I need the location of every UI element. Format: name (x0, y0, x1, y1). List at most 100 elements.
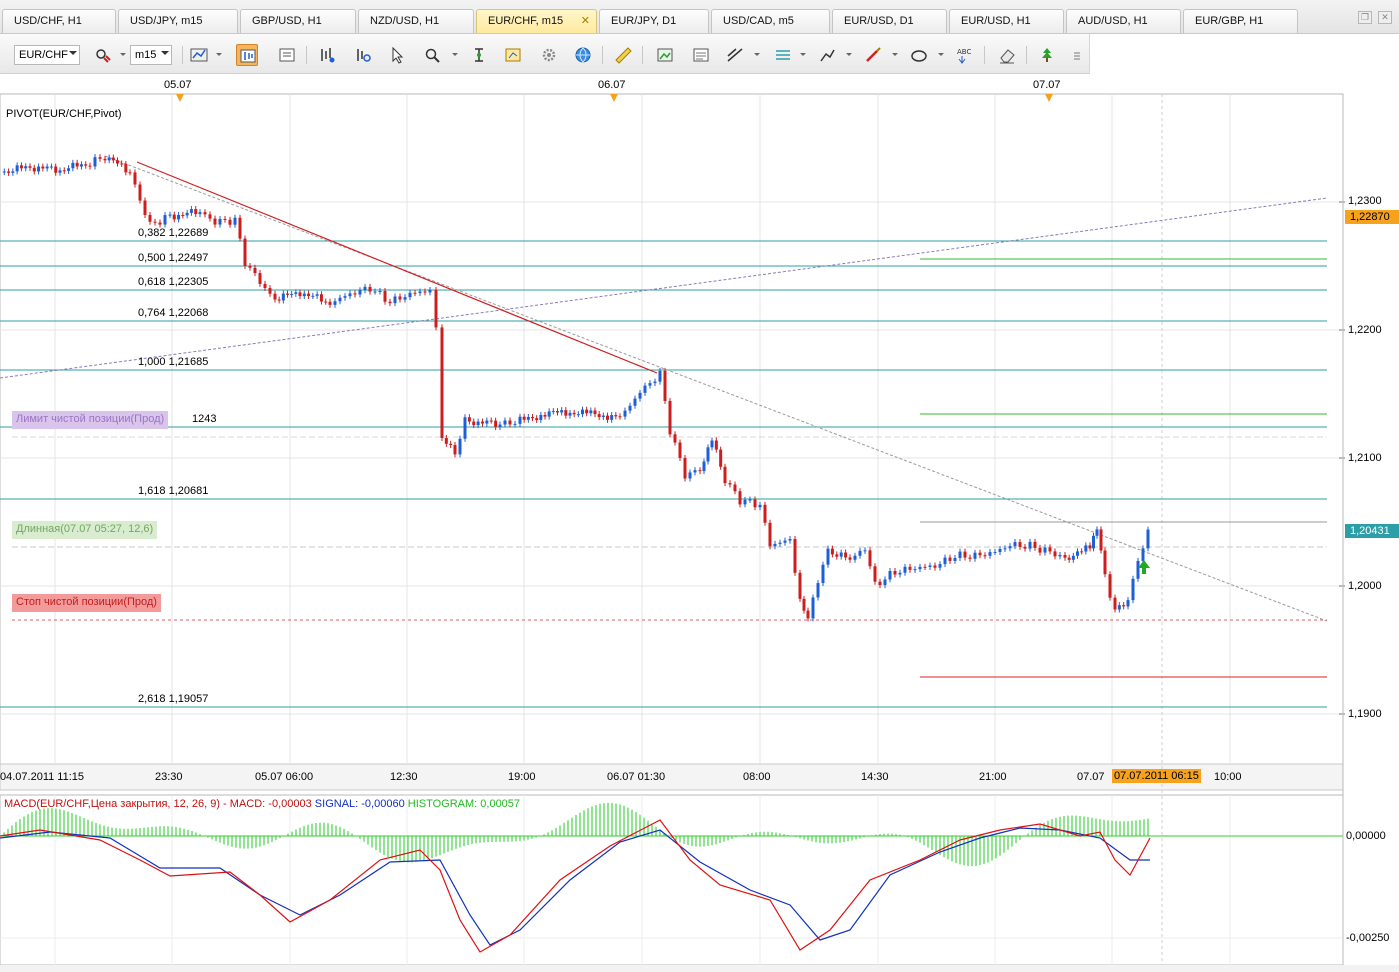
tab-eur-usd-d1[interactable]: EUR/USD, D1 (832, 9, 947, 33)
time-axis-label: 19:00 (508, 771, 536, 783)
chevron-down-icon[interactable] (452, 53, 458, 56)
tab-aud-usd-h1[interactable]: AUD/USD, H1 (1066, 9, 1181, 33)
candle-body (1028, 541, 1032, 549)
close-tab-icon[interactable]: ✕ (581, 14, 590, 27)
candle-body (485, 420, 489, 424)
zoom-icon[interactable] (422, 44, 444, 66)
candle-body (522, 416, 526, 420)
candle-body (802, 598, 806, 611)
chevron-down-icon[interactable] (754, 53, 760, 56)
candle-body (998, 548, 1002, 552)
candle-body (1092, 535, 1095, 549)
tab-eur-jpy-d1[interactable]: EUR/JPY, D1 (599, 9, 709, 33)
line-tool-icon[interactable] (724, 44, 746, 66)
tab-eur-chf-m15[interactable]: EUR/CHF, m15 ✕ (476, 9, 597, 33)
candle-body (903, 566, 907, 573)
news-icon[interactable] (690, 44, 712, 66)
chevron-down-icon[interactable] (938, 53, 944, 56)
timeframe-select[interactable]: m15 (130, 45, 172, 65)
long-position-tag[interactable]: Длинная(07.07 05:27, 12,6) (12, 521, 158, 539)
chevron-down-icon[interactable] (216, 53, 222, 56)
candles-icon[interactable] (188, 44, 210, 66)
candle-body (508, 420, 512, 425)
chevron-down-icon[interactable] (800, 53, 806, 56)
text-tool-icon[interactable]: ABC (954, 44, 976, 66)
tab-eur-usd-h1[interactable]: EUR/USD, H1 (949, 9, 1064, 33)
candle-body (1099, 529, 1103, 551)
candle-body (633, 398, 637, 406)
signal-value: SIGNAL: -0,00060 (314, 798, 405, 810)
candle-body (513, 423, 517, 425)
bars-icon[interactable] (236, 44, 258, 66)
candle-body (194, 209, 198, 215)
candle-body (75, 162, 79, 167)
chevron-down-icon[interactable] (846, 53, 852, 56)
candle-body (526, 416, 530, 420)
cursor-icon[interactable] (352, 44, 374, 66)
chart-type-icon[interactable] (92, 44, 114, 66)
tree-icon[interactable] (1036, 44, 1058, 66)
more-icon[interactable] (1066, 44, 1080, 66)
brush-icon[interactable] (862, 44, 884, 66)
period-icon[interactable] (386, 44, 408, 66)
tab-nzd-usd-h1[interactable]: NZD/USD, H1 (358, 9, 474, 33)
tab-gbp-usd-h1[interactable]: GBP/USD, H1 (240, 9, 356, 33)
time-axis-label: 14:30 (861, 771, 889, 783)
candle-body (893, 570, 897, 575)
ellipse-icon[interactable] (908, 44, 930, 66)
tab-label: EUR/CHF, m15 (488, 15, 564, 27)
restore-window-icon[interactable]: ❐ (1358, 11, 1372, 24)
ruler-icon[interactable] (612, 44, 634, 66)
tab-usd-cad-m5[interactable]: USD/CAD, m5 (711, 9, 830, 33)
fib-price: 1,22497 (168, 252, 209, 264)
candle-body (1122, 605, 1126, 607)
close-window-icon[interactable]: ✕ (1378, 11, 1392, 24)
eraser-icon[interactable] (996, 44, 1018, 66)
candle-body (610, 415, 614, 420)
tab-usd-chf-h1[interactable]: USD/CHF, H1 (2, 9, 116, 33)
fib-ratio: 0,500 (138, 252, 166, 264)
candle-body (434, 290, 438, 328)
template-icon[interactable] (468, 44, 490, 66)
candle-body (37, 166, 41, 172)
candle-body (41, 166, 45, 169)
settings-icon[interactable] (502, 44, 524, 66)
indicator-icon[interactable] (772, 44, 794, 66)
price-axis-label: 1,1900 (1348, 708, 1382, 720)
zoom-in-icon[interactable] (276, 44, 298, 66)
candle-body (148, 214, 152, 222)
gear-icon[interactable] (538, 44, 560, 66)
stop-order-tag[interactable]: Стоп чистой позиции(Прод) (12, 594, 161, 612)
toolbar-divider (602, 46, 603, 64)
candle-body (84, 164, 88, 166)
instrument-select[interactable]: EUR/CHF (14, 45, 80, 65)
candle-body (928, 565, 932, 567)
candle-body (918, 566, 922, 570)
candle-body (403, 297, 407, 300)
pencil-icon[interactable] (816, 44, 838, 66)
toolbar-divider (984, 46, 985, 64)
chevron-down-icon[interactable] (120, 53, 126, 56)
chart-canvas[interactable] (0, 74, 1399, 972)
candle-body (238, 217, 242, 239)
tab-usd-jpy-m15[interactable]: USD/JPY, m15 (118, 9, 238, 33)
image-icon[interactable] (654, 44, 676, 66)
candle-body (1071, 555, 1075, 560)
candle-body (748, 499, 752, 501)
candle-body (963, 551, 967, 558)
candle-body (302, 293, 306, 297)
chevron-down-icon[interactable] (892, 53, 898, 56)
tab-label: NZD/USD, H1 (370, 15, 440, 27)
candle-body (798, 572, 802, 599)
candle-body (268, 288, 272, 294)
candle-body (983, 555, 987, 557)
tab-eur-gbp-h1[interactable]: EUR/GBP, H1 (1183, 9, 1298, 33)
candle-body (1131, 578, 1135, 601)
candle-body (888, 570, 892, 580)
zoom-out-icon[interactable] (316, 44, 338, 66)
globe-icon[interactable] (572, 44, 594, 66)
candle-body (388, 301, 392, 304)
candle-body (531, 416, 534, 419)
limit-order-tag[interactable]: Лимит чистой позиции(Прод) (12, 411, 169, 429)
instrument-value: EUR/CHF (19, 49, 68, 61)
